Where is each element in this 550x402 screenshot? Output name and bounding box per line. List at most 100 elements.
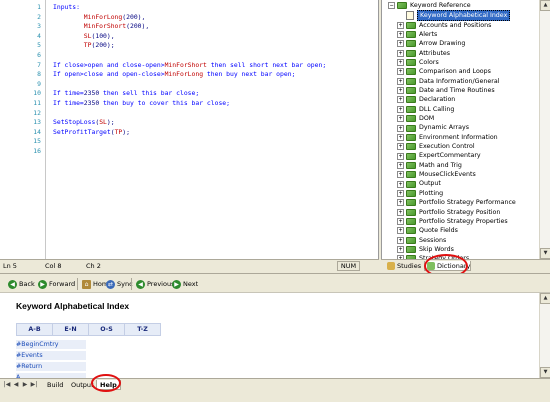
tree-item[interactable]: + Accounts and Positions bbox=[397, 21, 491, 30]
first-tab-icon[interactable]: |◀ bbox=[3, 381, 11, 389]
expand-icon[interactable]: + bbox=[397, 171, 404, 179]
tab-studies[interactable]: Studies bbox=[385, 261, 421, 271]
tree-item[interactable]: + MouseClickEvents bbox=[397, 170, 476, 179]
range-link[interactable]: T-Z bbox=[124, 323, 161, 336]
code-line[interactable]: TP(200); bbox=[53, 41, 115, 51]
expand-icon[interactable]: + bbox=[397, 21, 404, 29]
tree-item[interactable]: + Portfolio Strategy Position bbox=[397, 208, 500, 217]
tree-item[interactable]: + Colors bbox=[397, 58, 439, 67]
last-tab-icon[interactable]: ▶| bbox=[30, 381, 38, 389]
help-scrollbar[interactable]: ▲ ▼ bbox=[539, 293, 550, 378]
book-icon bbox=[397, 2, 407, 10]
scroll-down-icon[interactable]: ▼ bbox=[540, 367, 550, 378]
expand-icon[interactable]: + bbox=[397, 152, 404, 160]
tree-item[interactable]: + ExpertCommentary bbox=[397, 151, 481, 160]
expand-icon[interactable]: + bbox=[397, 227, 404, 235]
previous-button[interactable]: ◀ Previous bbox=[136, 279, 174, 290]
expand-icon[interactable]: + bbox=[397, 40, 404, 48]
expand-icon[interactable]: + bbox=[397, 208, 404, 216]
expand-icon[interactable]: + bbox=[397, 77, 404, 85]
code-line[interactable]: If time=2350 then buy to cover this bar … bbox=[53, 99, 230, 109]
expand-icon[interactable]: + bbox=[397, 218, 404, 226]
tree-item[interactable]: + Execution Control bbox=[397, 142, 475, 151]
page-icon bbox=[406, 11, 414, 21]
tree-root[interactable]: − Keyword Reference bbox=[388, 1, 471, 10]
code-token: 200 bbox=[95, 41, 107, 50]
range-link[interactable]: O-S bbox=[88, 323, 125, 336]
keyword-tree-panel[interactable]: − Keyword Reference Keyword Alphabetical… bbox=[381, 0, 550, 259]
tree-item[interactable]: + Dynamic Arrays bbox=[397, 123, 469, 132]
back-button[interactable]: ◀ Back bbox=[8, 279, 35, 290]
code-line[interactable]: Inputs: bbox=[53, 3, 80, 13]
scroll-down-icon[interactable]: ▼ bbox=[540, 248, 550, 259]
tree-item[interactable]: + Arrow Drawing bbox=[397, 39, 465, 48]
book-icon bbox=[406, 21, 416, 29]
collapse-icon[interactable]: − bbox=[388, 2, 395, 10]
tree-item[interactable]: + Environment Information bbox=[397, 133, 498, 142]
code-line[interactable]: SetStopLoss(SL); bbox=[53, 118, 115, 128]
expand-icon[interactable]: + bbox=[397, 96, 404, 104]
next-tab-icon[interactable]: ▶ bbox=[21, 381, 29, 389]
tree-item[interactable]: + DLL Calling bbox=[397, 105, 454, 114]
expand-icon[interactable]: + bbox=[397, 87, 404, 95]
code-line[interactable]: If open>close and open-close>MinForLong … bbox=[53, 70, 295, 80]
expand-icon[interactable]: + bbox=[397, 246, 404, 254]
code-editor[interactable]: 1 2 3 4 5 6 7 8 9 10 11 12 13 14 15 16 Inputs: MinForLon… bbox=[0, 0, 379, 259]
expand-icon[interactable]: + bbox=[397, 236, 404, 244]
expand-icon[interactable]: + bbox=[397, 31, 404, 39]
keyword-link[interactable]: #Return bbox=[16, 362, 86, 371]
code-line[interactable]: If time=2350 then sell this bar close; bbox=[53, 89, 199, 99]
tree-item[interactable]: + DOM bbox=[397, 114, 434, 123]
tree-item[interactable]: + Quote Fields bbox=[397, 226, 458, 235]
code-line[interactable]: If close>open and close-open>MinForShort… bbox=[53, 61, 326, 71]
tree-item[interactable]: + Attributes bbox=[397, 49, 450, 58]
tree-item[interactable]: + Data Information/General bbox=[397, 77, 499, 86]
tree-item[interactable]: + Alerts bbox=[397, 30, 437, 39]
tree-item[interactable]: + Skip Words bbox=[397, 245, 454, 254]
expand-icon[interactable]: + bbox=[397, 180, 404, 188]
tree-item[interactable]: + Sessions bbox=[397, 236, 446, 245]
range-link[interactable]: E-N bbox=[52, 323, 89, 336]
keyword-link[interactable]: #Events bbox=[16, 351, 86, 360]
scroll-up-icon[interactable]: ▲ bbox=[540, 293, 550, 304]
code-line[interactable]: MinForLong(200), bbox=[53, 13, 146, 23]
tree-root-label: Keyword Reference bbox=[410, 2, 471, 9]
previous-tab-icon[interactable]: ◀ bbox=[12, 381, 20, 389]
expand-icon[interactable]: + bbox=[397, 161, 404, 169]
tree-item[interactable]: + Portfolio Strategy Performance bbox=[397, 198, 516, 207]
tree-item-label: Portfolio Strategy Position bbox=[419, 208, 501, 216]
expand-icon[interactable]: + bbox=[397, 105, 404, 113]
tree-item-label: Data Information/General bbox=[419, 77, 500, 85]
expand-icon[interactable]: + bbox=[397, 143, 404, 151]
range-link[interactable]: A-B bbox=[16, 323, 53, 336]
code-line[interactable]: SetProfitTarget(TP); bbox=[53, 128, 130, 138]
expand-icon[interactable]: + bbox=[397, 124, 404, 132]
tree-item[interactable]: + Date and Time Routines bbox=[397, 86, 495, 95]
tree-item[interactable]: + Output bbox=[397, 179, 441, 188]
expand-icon[interactable]: + bbox=[397, 189, 404, 197]
output-tab-strip: |◀ ◀ ▶ ▶| Build Output Help bbox=[0, 378, 550, 402]
tree-scrollbar[interactable]: ▲ ▼ bbox=[539, 0, 550, 259]
expand-icon[interactable]: + bbox=[397, 115, 404, 123]
tree-item[interactable]: + Math and Trig bbox=[397, 161, 462, 170]
expand-icon[interactable]: + bbox=[397, 133, 404, 141]
code-line[interactable]: MinForShort(200), bbox=[53, 22, 149, 32]
tree-item[interactable]: + Declaration bbox=[397, 95, 455, 104]
tree-item[interactable]: + Plotting bbox=[397, 189, 443, 198]
expand-icon[interactable]: + bbox=[397, 49, 404, 57]
code-line[interactable]: SL(100), bbox=[53, 32, 115, 42]
next-button[interactable]: ▶ Next bbox=[172, 279, 198, 290]
tree-item-label: Portfolio Strategy Performance bbox=[419, 199, 516, 207]
keyword-link[interactable]: #BeginCmtry bbox=[16, 340, 86, 349]
scroll-up-icon[interactable]: ▲ bbox=[540, 0, 550, 11]
expand-icon[interactable]: + bbox=[397, 68, 404, 76]
tree-item[interactable]: + Portfolio Strategy Properties bbox=[397, 217, 508, 226]
expand-icon[interactable]: + bbox=[397, 59, 404, 67]
expand-icon[interactable]: + bbox=[397, 199, 404, 207]
tree-item[interactable]: + Comparison and Loops bbox=[397, 67, 491, 76]
tab-build[interactable]: Build bbox=[44, 380, 66, 390]
code-token: If open>close and open-close> bbox=[53, 70, 165, 79]
tree-item-selected[interactable]: Keyword Alphabetical Index bbox=[406, 10, 511, 22]
forward-button[interactable]: ▶ Forward bbox=[38, 279, 75, 290]
sync-button[interactable]: ⇄ Sync bbox=[106, 279, 133, 290]
